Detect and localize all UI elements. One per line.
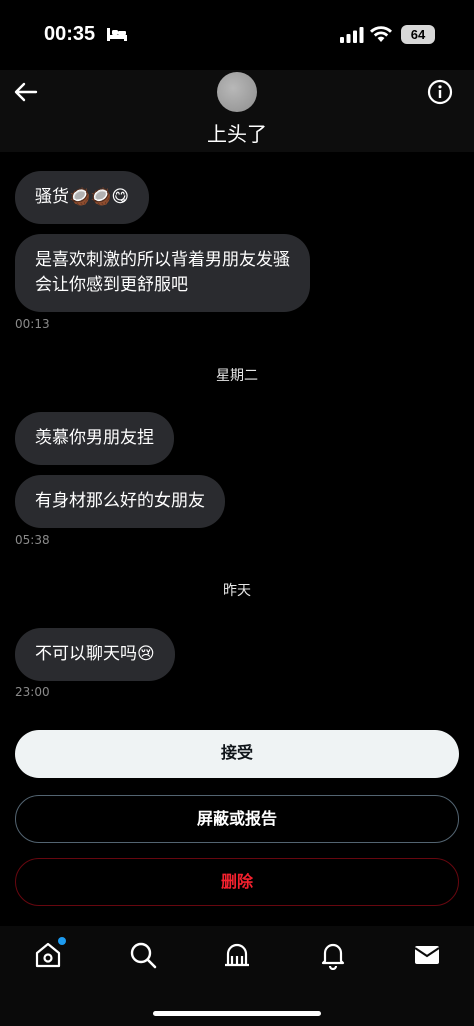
back-arrow-icon[interactable] bbox=[12, 78, 40, 106]
message-bubble[interactable]: 有身材那么好的女朋友 bbox=[15, 475, 225, 528]
message-text-line: 会让你感到更舒服吧 bbox=[35, 275, 188, 295]
date-separator: 昨天 bbox=[223, 583, 251, 599]
notification-dot bbox=[58, 937, 66, 945]
message-bubble[interactable]: 羡慕你男朋友捏 bbox=[15, 412, 174, 465]
message-text-line: 是喜欢刺激的所以背着男朋友发骚 bbox=[35, 250, 290, 270]
message-bubble[interactable]: 是喜欢刺激的所以背着男朋友发骚 会让你感到更舒服吧 bbox=[15, 234, 310, 312]
sleep-focus-icon bbox=[107, 28, 127, 41]
cellular-signal-icon bbox=[340, 27, 364, 43]
search-icon bbox=[130, 942, 157, 969]
message-bubble[interactable]: 不可以聊天吗😢 bbox=[15, 628, 175, 681]
battery-indicator: 64 bbox=[401, 25, 435, 44]
nav-home[interactable] bbox=[33, 937, 66, 970]
accept-button[interactable]: 接受 bbox=[15, 730, 459, 778]
status-bar: 00:35 64 bbox=[0, 0, 474, 70]
bell-icon bbox=[321, 943, 345, 971]
nav-notifications[interactable] bbox=[318, 940, 348, 971]
info-icon[interactable] bbox=[427, 79, 453, 105]
block-or-report-button[interactable]: 屏蔽或报告 bbox=[15, 795, 459, 843]
delete-button[interactable]: 删除 bbox=[15, 858, 459, 906]
conversation-header: 上头了 bbox=[0, 70, 474, 152]
nav-search[interactable] bbox=[128, 940, 158, 970]
avatar[interactable] bbox=[217, 72, 257, 112]
nav-messages[interactable] bbox=[412, 940, 442, 970]
conversation-title[interactable]: 上头了 bbox=[0, 118, 474, 147]
message-timestamp: 23:00 bbox=[15, 685, 50, 699]
message-bubble[interactable]: 骚货🥥🥥😋 bbox=[15, 171, 150, 224]
grok-icon bbox=[225, 943, 249, 967]
mail-icon bbox=[414, 946, 440, 964]
nav-grok[interactable] bbox=[222, 940, 252, 970]
wifi-icon bbox=[370, 26, 392, 42]
home-indicator bbox=[153, 1011, 321, 1016]
message-timestamp: 05:38 bbox=[15, 533, 50, 547]
date-separator: 星期二 bbox=[216, 368, 258, 384]
home-icon bbox=[35, 942, 61, 968]
status-time: 00:35 bbox=[44, 23, 96, 45]
message-timestamp: 00:13 bbox=[15, 317, 50, 331]
